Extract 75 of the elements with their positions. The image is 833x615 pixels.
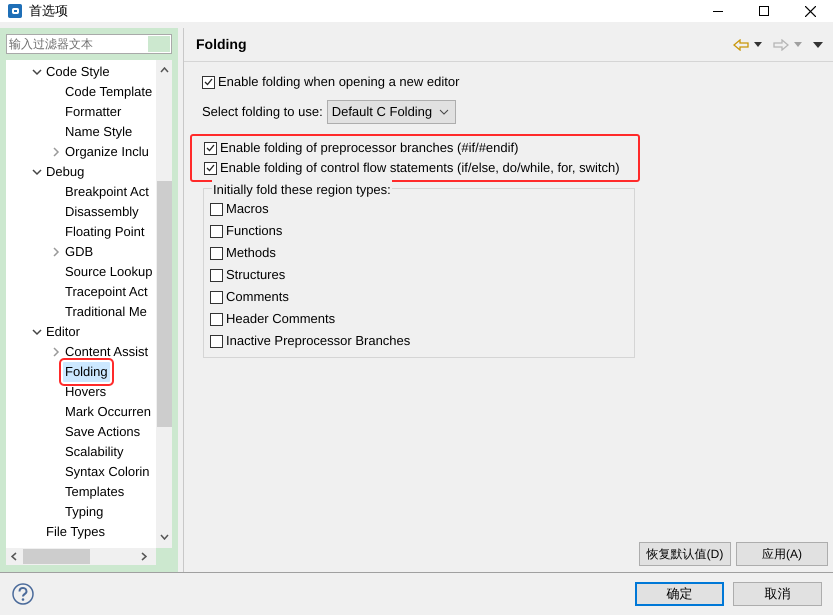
- tree-item[interactable]: Floating Point: [63, 222, 146, 242]
- scrollbar-thumb[interactable]: [156, 181, 172, 427]
- window-title: 首选项: [29, 2, 68, 20]
- vertical-scrollbar[interactable]: [156, 60, 172, 548]
- tree-item[interactable]: Disassembly: [63, 202, 141, 222]
- tree-item[interactable]: Formatter: [63, 102, 124, 122]
- tree-item[interactable]: Traditional Me: [63, 302, 149, 322]
- folding-dropdown[interactable]: Default C Folding: [326, 100, 456, 124]
- checkbox[interactable]: [210, 202, 223, 216]
- tree-item[interactable]: Debug: [44, 162, 86, 182]
- close-icon[interactable]: [804, 6, 816, 16]
- restore-defaults-button[interactable]: 恢复默认值(D): [639, 542, 731, 566]
- checkbox[interactable]: [210, 334, 223, 348]
- checkbox-label: Functions: [226, 222, 282, 240]
- scrollbar-thumb[interactable]: [23, 549, 90, 564]
- tree-item[interactable]: Scalability: [63, 442, 126, 462]
- dropdown-icon[interactable]: [754, 42, 762, 47]
- scroll-left-icon[interactable]: [11, 552, 17, 561]
- view-menu-icon[interactable]: [813, 42, 823, 48]
- checkbox-label: Header Comments: [226, 310, 336, 328]
- checkbox[interactable]: [210, 268, 223, 282]
- maximize-icon[interactable]: [759, 6, 769, 16]
- tree-item[interactable]: Name Style: [63, 122, 134, 142]
- tree-item[interactable]: File Types: [44, 522, 108, 542]
- tree-item[interactable]: Code Style: [44, 62, 112, 82]
- checkbox-label: Enable folding of control flow statements (if/else, do/while, for, switch): [220, 159, 620, 178]
- checkbox-label: Inactive Preprocessor Branches: [226, 332, 410, 350]
- tree-item[interactable]: Mark Occurren: [63, 402, 153, 422]
- tree-item[interactable]: Folding: [63, 362, 110, 382]
- tree-item[interactable]: Syntax Colorin: [63, 462, 152, 482]
- checkbox[interactable]: [210, 224, 223, 238]
- tree-item[interactable]: GDB: [63, 242, 96, 262]
- tree-item[interactable]: Breakpoint Act: [63, 182, 151, 202]
- checkbox[interactable]: [210, 290, 223, 304]
- cancel-button[interactable]: 取消: [733, 582, 822, 606]
- tree-item[interactable]: Tracepoint Act: [63, 282, 150, 302]
- tree-item[interactable]: Typing: [63, 502, 106, 522]
- checkbox-label: Methods: [226, 244, 276, 262]
- checkbox-label: Enable folding of preprocessor branches (#if/#endif): [220, 139, 518, 158]
- tree-item[interactable]: Content Assist: [63, 342, 150, 362]
- tree-item[interactable]: Hovers: [63, 382, 108, 402]
- checkbox-label: Structures: [226, 266, 286, 284]
- apply-button[interactable]: 应用(A): [736, 542, 828, 566]
- tree-item[interactable]: Save Actions: [63, 422, 142, 442]
- tree-item[interactable]: Code Template: [63, 82, 154, 102]
- checkbox[interactable]: [210, 246, 223, 260]
- tree-item[interactable]: Editor: [44, 322, 82, 342]
- tree-item[interactable]: Source Lookup: [63, 262, 154, 282]
- chevron-down-icon[interactable]: [32, 167, 42, 177]
- group-title: Initially fold these region types:: [212, 180, 392, 200]
- tree-item[interactable]: Organize Inclu: [63, 142, 151, 162]
- checkbox-label: Macros: [226, 200, 269, 218]
- checkbox[interactable]: [202, 76, 215, 88]
- tree-item[interactable]: Templates: [63, 482, 126, 502]
- checkbox[interactable]: [204, 162, 217, 174]
- horizontal-scrollbar[interactable]: [6, 548, 156, 565]
- chevron-right-icon[interactable]: [51, 347, 61, 357]
- scroll-right-icon[interactable]: [141, 552, 147, 561]
- chevron-down-icon: [438, 109, 449, 115]
- chevron-right-icon[interactable]: [51, 147, 61, 157]
- help-icon[interactable]: [12, 583, 34, 605]
- app-icon: [8, 4, 22, 18]
- checkbox-label: Comments: [226, 288, 289, 306]
- checkbox[interactable]: [210, 312, 223, 326]
- checkbox-label: Enable folding when opening a new editor: [218, 73, 460, 92]
- scroll-up-icon[interactable]: [160, 67, 168, 73]
- chevron-down-icon[interactable]: [32, 67, 42, 77]
- chevron-down-icon[interactable]: [32, 327, 42, 337]
- page-title: Folding: [196, 35, 247, 54]
- chevron-right-icon[interactable]: [51, 247, 61, 257]
- ok-button[interactable]: 确定: [635, 582, 724, 606]
- scroll-down-icon[interactable]: [160, 534, 168, 540]
- minimize-icon[interactable]: [713, 10, 723, 12]
- checkbox[interactable]: [204, 142, 217, 154]
- select-label: Select folding to use:: [202, 103, 323, 122]
